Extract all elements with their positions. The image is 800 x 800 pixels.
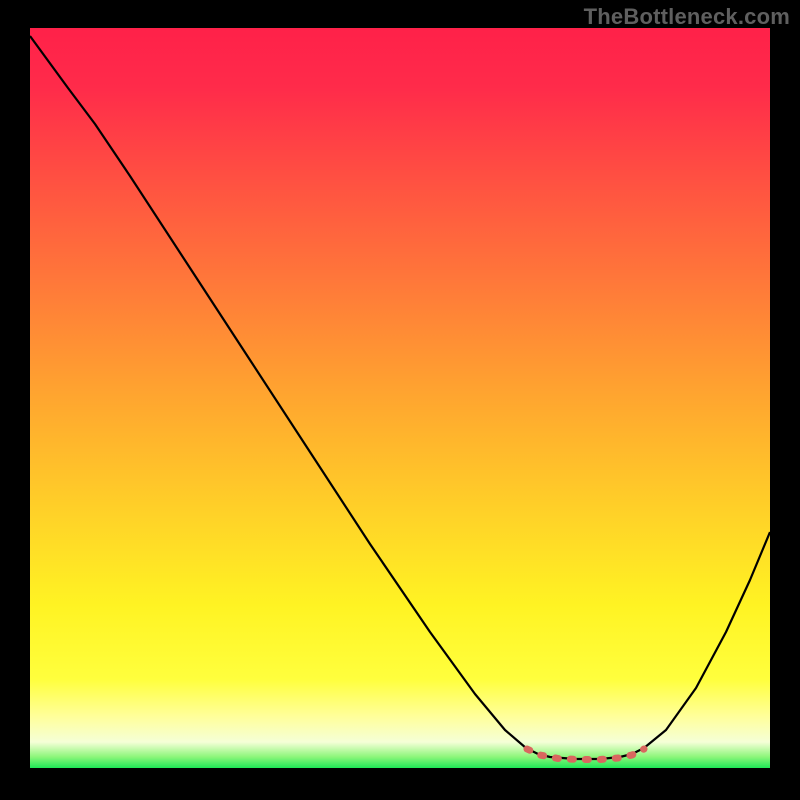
chart-container: TheBottleneck.com (0, 0, 800, 800)
gradient-background (30, 28, 770, 768)
plot-area (30, 28, 770, 768)
bottleneck-curve-plot (30, 28, 770, 768)
watermark-text: TheBottleneck.com (584, 4, 790, 30)
